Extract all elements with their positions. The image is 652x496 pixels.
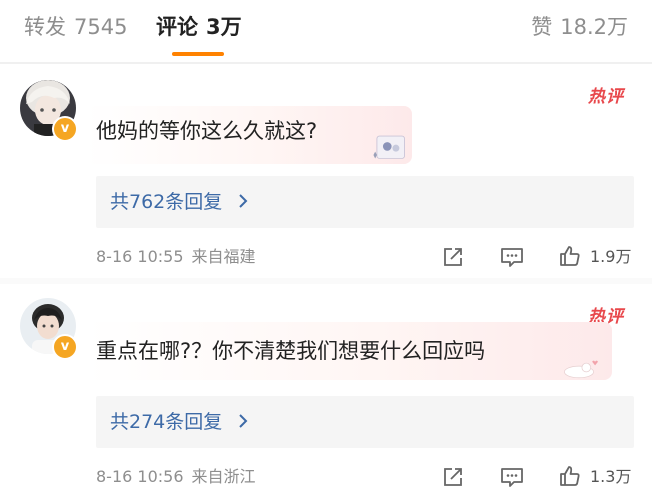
comment-item: v 热评 他妈的等你这么久就这? 共762条回复 8-16 10:55 来自福建 … [0, 64, 652, 278]
tab-comments-count: 3万 [206, 15, 242, 39]
tab-likes[interactable]: 赞 18.2万 [531, 12, 628, 42]
reply-comment-icon[interactable] [500, 246, 524, 268]
tab-reposts[interactable]: 转发 7545 [24, 12, 127, 42]
comment-time: 8-16 10:56 [96, 467, 184, 486]
comment-time: 8-16 10:55 [96, 247, 184, 266]
chevron-right-icon [239, 194, 248, 208]
hot-comment-badge: 热评 [588, 87, 624, 107]
like-count: 1.3万 [590, 467, 632, 486]
tab-bar: 转发 7545 评论 3万 赞 18.2万 [0, 0, 652, 62]
active-tab-indicator [172, 52, 224, 56]
tab-comments-label: 评论 [156, 15, 198, 39]
comment-text[interactable]: 重点在哪?？你不清楚我们想要什么回应吗 [96, 336, 485, 366]
comment-location: 来自福建 [191, 247, 256, 266]
tab-likes-label: 赞 [531, 15, 553, 39]
like-thumb-icon[interactable] [558, 464, 582, 488]
replies-link[interactable]: 共762条回复 [96, 176, 634, 228]
replies-link[interactable]: 共274条回复 [96, 396, 634, 448]
comment-location: 来自浙江 [191, 467, 256, 486]
share-icon[interactable] [442, 246, 464, 268]
comment-meta: 8-16 10:56 来自浙江 [96, 466, 256, 488]
tab-reposts-count: 7545 [74, 15, 128, 39]
like-count: 1.9万 [590, 247, 632, 266]
like-thumb-icon[interactable] [558, 244, 582, 268]
bubble-sticker-icon [564, 360, 598, 379]
tab-likes-count: 18.2万 [560, 15, 628, 39]
replies-count-label: 共274条回复 [110, 411, 223, 433]
tab-comments[interactable]: 评论 3万 [156, 12, 242, 42]
comment-item: v 热评 重点在哪?？你不清楚我们想要什么回应吗 共274条回复 8-16 10… [0, 284, 652, 496]
reply-comment-icon[interactable] [500, 466, 524, 488]
comment-meta: 8-16 10:55 来自福建 [96, 246, 256, 268]
verified-badge-icon: v [52, 116, 78, 142]
chevron-right-icon [239, 414, 248, 428]
comment-text[interactable]: 他妈的等你这么久就这? [96, 116, 317, 146]
tab-reposts-label: 转发 [24, 15, 66, 39]
replies-count-label: 共762条回复 [110, 191, 223, 213]
verified-badge-icon: v [52, 334, 78, 360]
share-icon[interactable] [442, 466, 464, 488]
bubble-sticker-icon [373, 135, 405, 159]
